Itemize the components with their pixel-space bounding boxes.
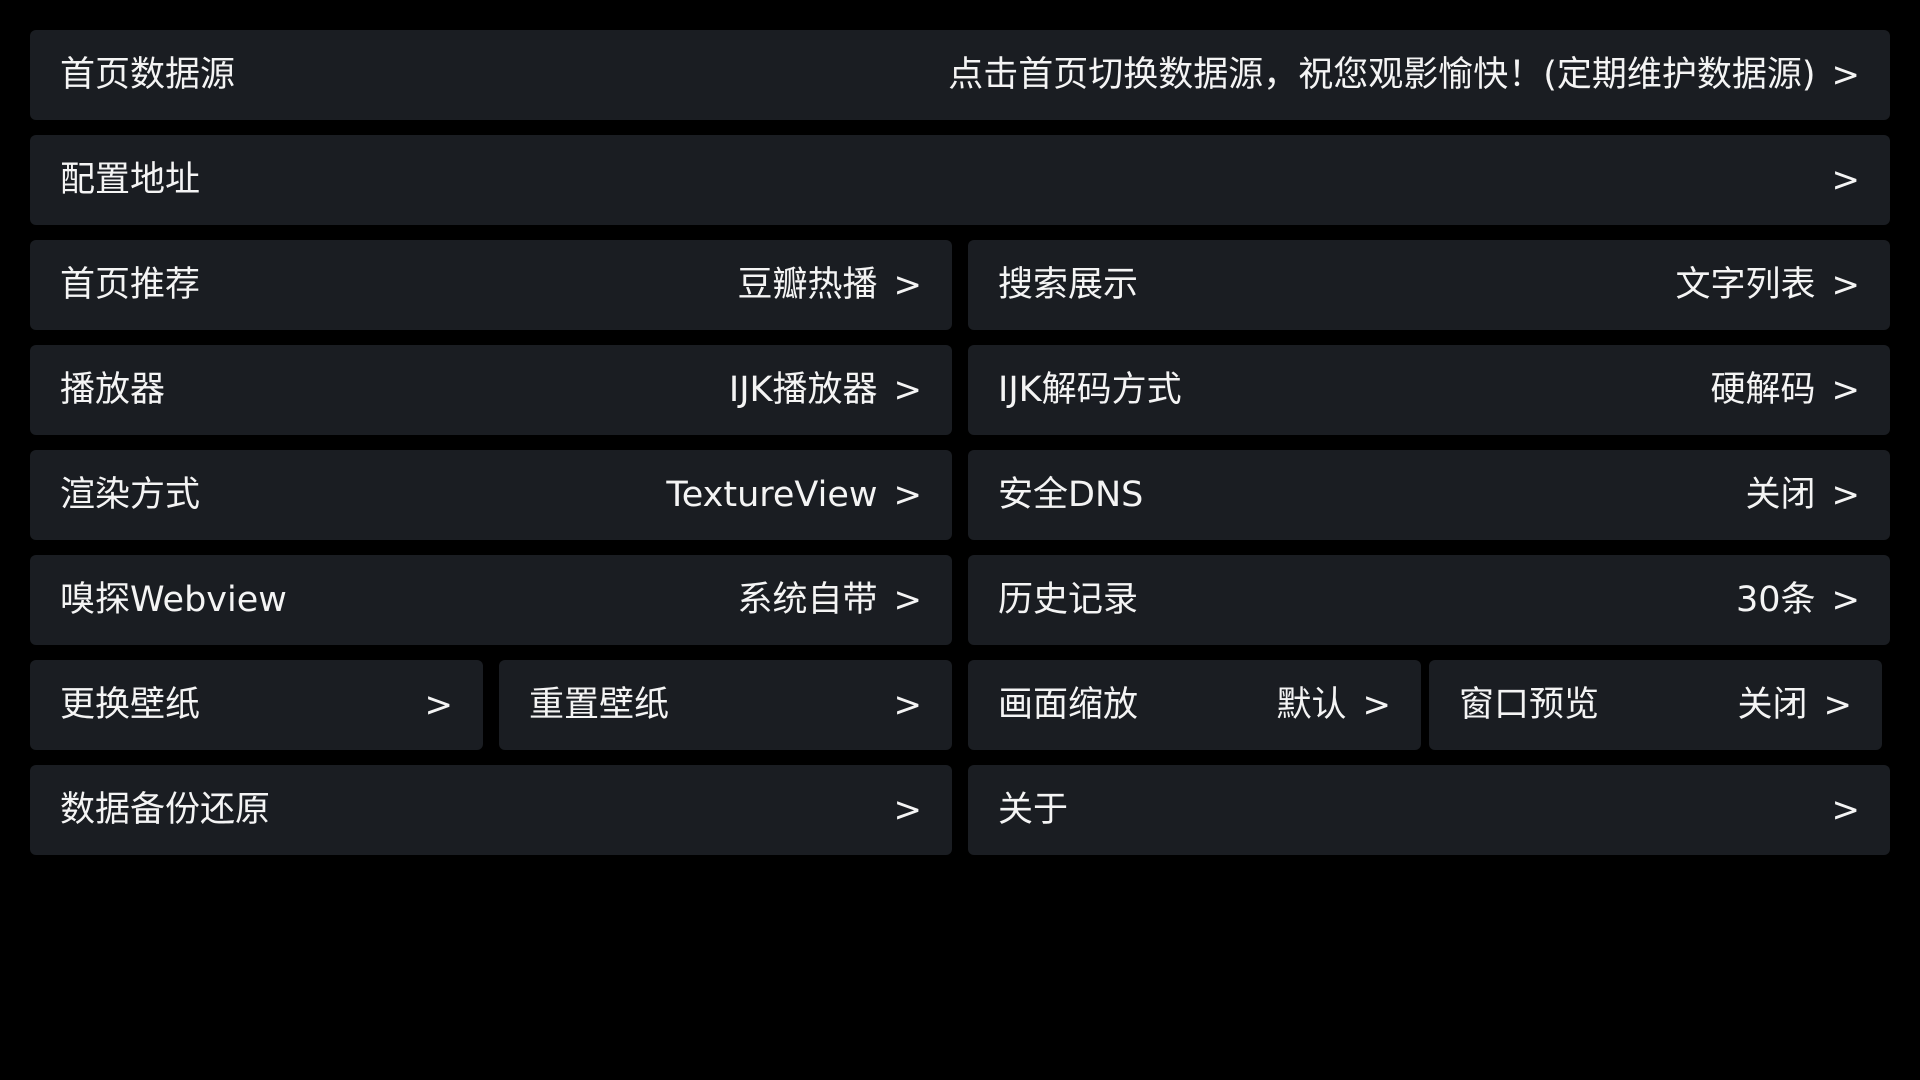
about-item[interactable]: 关于 > [968, 765, 1890, 855]
chevron-right-icon: > [1362, 685, 1392, 725]
home-recommend-right: 豆瓣热播 > [737, 264, 923, 305]
home-source-item[interactable]: 首页数据源 点击首页切换数据源，祝您观影愉快！(定期维护数据源) > [30, 30, 1890, 120]
search-display-label: 搜索展示 [998, 264, 1139, 305]
chevron-right-icon: > [893, 580, 923, 620]
about-label: 关于 [998, 789, 1069, 830]
settings-row-6: 嗅探Webview 系统自带 > 历史记录 30条 > [30, 555, 1890, 645]
sniff-webview-value: 系统自带 [737, 579, 878, 620]
change-wallpaper-right: > [409, 688, 454, 722]
reset-wallpaper-right: > [878, 688, 923, 722]
reset-wallpaper-item[interactable]: 重置壁纸 > [499, 660, 952, 750]
player-item[interactable]: 播放器 IJK播放器 > [30, 345, 952, 435]
chevron-right-icon: > [1831, 580, 1861, 620]
chevron-right-icon: > [1831, 370, 1861, 410]
secure-dns-label: 安全DNS [998, 474, 1144, 515]
settings-row-5: 渲染方式 TextureView > 安全DNS 关闭 > [30, 450, 1890, 540]
chevron-right-icon: > [893, 685, 923, 725]
home-source-label: 首页数据源 [60, 54, 236, 95]
config-address-item[interactable]: 配置地址 > [30, 135, 1890, 225]
backup-restore-item[interactable]: 数据备份还原 > [30, 765, 952, 855]
history-label: 历史记录 [998, 579, 1139, 620]
render-mode-value: TextureView [666, 474, 878, 515]
chevron-right-icon: > [893, 370, 923, 410]
history-item[interactable]: 历史记录 30条 > [968, 555, 1890, 645]
sniff-webview-label: 嗅探Webview [60, 579, 287, 620]
home-source-right: 点击首页切换数据源，祝您观影愉快！(定期维护数据源) > [948, 54, 1861, 95]
window-preview-right: 关闭 > [1737, 684, 1853, 725]
about-right: > [1816, 793, 1861, 827]
chevron-right-icon: > [893, 790, 923, 830]
render-mode-right: TextureView > [666, 474, 923, 515]
chevron-right-icon: > [1831, 55, 1861, 95]
settings-row-4: 播放器 IJK播放器 > IJK解码方式 硬解码 > [30, 345, 1890, 435]
backup-restore-label: 数据备份还原 [60, 789, 271, 830]
render-mode-item[interactable]: 渲染方式 TextureView > [30, 450, 952, 540]
settings-row-3: 首页推荐 豆瓣热播 > 搜索展示 文字列表 > [30, 240, 1890, 330]
ijk-decode-value: 硬解码 [1710, 369, 1816, 410]
player-value: IJK播放器 [728, 369, 878, 410]
settings-row-7: 更换壁纸 > 重置壁纸 > 画面缩放 默认 > 窗口预览 关闭 > [30, 660, 1890, 750]
chevron-right-icon: > [1831, 790, 1861, 830]
home-recommend-value: 豆瓣热播 [737, 264, 878, 305]
chevron-right-icon: > [893, 475, 923, 515]
settings-row-8: 数据备份还原 > 关于 > [30, 765, 1890, 855]
reset-wallpaper-label: 重置壁纸 [529, 684, 670, 725]
history-value: 30条 [1735, 579, 1816, 620]
player-right: IJK播放器 > [728, 369, 923, 410]
home-source-value: 点击首页切换数据源，祝您观影愉快！(定期维护数据源) [948, 54, 1816, 95]
ijk-decode-right: 硬解码 > [1710, 369, 1861, 410]
search-display-item[interactable]: 搜索展示 文字列表 > [968, 240, 1890, 330]
history-right: 30条 > [1735, 579, 1861, 620]
sniff-webview-item[interactable]: 嗅探Webview 系统自带 > [30, 555, 952, 645]
home-recommend-label: 首页推荐 [60, 264, 201, 305]
window-preview-value: 关闭 [1737, 684, 1808, 725]
screen-scale-label: 画面缩放 [998, 684, 1139, 725]
window-preview-label: 窗口预览 [1459, 684, 1600, 725]
ijk-decode-item[interactable]: IJK解码方式 硬解码 > [968, 345, 1890, 435]
secure-dns-right: 关闭 > [1745, 474, 1861, 515]
config-address-label: 配置地址 [60, 159, 201, 200]
settings-page: 首页数据源 点击首页切换数据源，祝您观影愉快！(定期维护数据源) > 配置地址 … [0, 0, 1920, 1080]
screen-scale-right: 默认 > [1276, 684, 1392, 725]
search-display-right: 文字列表 > [1675, 264, 1861, 305]
screen-scale-item[interactable]: 画面缩放 默认 > [968, 660, 1421, 750]
player-label: 播放器 [60, 369, 166, 410]
change-wallpaper-item[interactable]: 更换壁纸 > [30, 660, 483, 750]
chevron-right-icon: > [1831, 160, 1861, 200]
settings-row-1: 首页数据源 点击首页切换数据源，祝您观影愉快！(定期维护数据源) > [30, 30, 1890, 120]
config-address-right: > [1816, 163, 1861, 197]
chevron-right-icon: > [424, 685, 454, 725]
change-wallpaper-label: 更换壁纸 [60, 684, 201, 725]
chevron-right-icon: > [893, 265, 923, 305]
ijk-decode-label: IJK解码方式 [998, 369, 1182, 410]
chevron-right-icon: > [1831, 475, 1861, 515]
sniff-webview-right: 系统自带 > [737, 579, 923, 620]
secure-dns-item[interactable]: 安全DNS 关闭 > [968, 450, 1890, 540]
home-recommend-item[interactable]: 首页推荐 豆瓣热播 > [30, 240, 952, 330]
window-preview-item[interactable]: 窗口预览 关闭 > [1429, 660, 1882, 750]
secure-dns-value: 关闭 [1745, 474, 1816, 515]
chevron-right-icon: > [1823, 685, 1853, 725]
settings-row-2: 配置地址 > [30, 135, 1890, 225]
screen-scale-value: 默认 [1276, 684, 1347, 725]
backup-restore-right: > [878, 793, 923, 827]
render-mode-label: 渲染方式 [60, 474, 201, 515]
chevron-right-icon: > [1831, 265, 1861, 305]
search-display-value: 文字列表 [1675, 264, 1816, 305]
